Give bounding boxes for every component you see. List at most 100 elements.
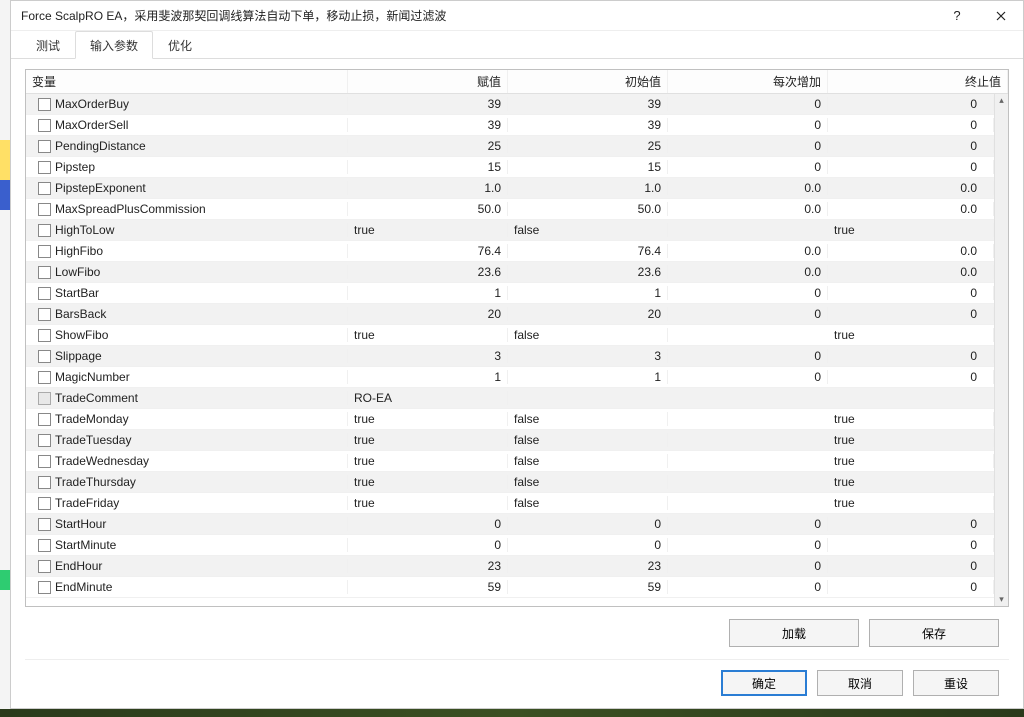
table-row[interactable]: LowFibo23.623.60.00.0 [26,262,994,283]
table-row[interactable]: MaxOrderSell393900 [26,115,994,136]
value-cell[interactable]: 50.0 [348,202,508,216]
variable-cell[interactable]: TradeTuesday [26,433,348,447]
value-cell[interactable]: true [348,454,508,468]
initial-cell[interactable]: 3 [508,349,668,363]
col-end[interactable]: 终止值 [828,70,1008,93]
end-cell[interactable]: 0.0 [828,244,994,258]
cancel-button[interactable]: 取消 [817,670,903,696]
step-cell[interactable]: 0 [668,160,828,174]
initial-cell[interactable]: 0 [508,517,668,531]
value-cell[interactable]: 39 [348,97,508,111]
step-cell[interactable]: 0 [668,349,828,363]
table-row[interactable]: Slippage3300 [26,346,994,367]
variable-cell[interactable]: TradeThursday [26,475,348,489]
grid-body[interactable]: MaxOrderBuy393900MaxOrderSell393900Pendi… [26,94,994,606]
value-cell[interactable]: 1 [348,286,508,300]
table-row[interactable]: PipstepExponent1.01.00.00.0 [26,178,994,199]
row-checkbox[interactable] [38,455,51,468]
table-row[interactable]: ShowFibotruefalsetrue [26,325,994,346]
row-checkbox[interactable] [38,98,51,111]
end-cell[interactable]: true [828,433,994,447]
table-row[interactable]: TradeTuesdaytruefalsetrue [26,430,994,451]
col-step[interactable]: 每次增加 [668,70,828,93]
variable-cell[interactable]: MagicNumber [26,370,348,384]
end-cell[interactable]: 0.0 [828,181,994,195]
close-button[interactable] [979,1,1023,31]
table-row[interactable]: HighFibo76.476.40.00.0 [26,241,994,262]
step-cell[interactable]: 0 [668,97,828,111]
col-variable[interactable]: 变量 [26,70,348,93]
initial-cell[interactable]: 1 [508,370,668,384]
variable-cell[interactable]: MaxOrderSell [26,118,348,132]
step-cell[interactable]: 0.0 [668,244,828,258]
value-cell[interactable]: 39 [348,118,508,132]
step-cell[interactable]: 0 [668,286,828,300]
table-row[interactable]: StartHour0000 [26,514,994,535]
value-cell[interactable]: 25 [348,139,508,153]
value-cell[interactable]: true [348,496,508,510]
col-initial[interactable]: 初始值 [508,70,668,93]
table-row[interactable]: HighToLowtruefalsetrue [26,220,994,241]
variable-cell[interactable]: TradeComment [26,391,348,405]
step-cell[interactable]: 0 [668,580,828,594]
row-checkbox[interactable] [38,203,51,216]
initial-cell[interactable]: 1.0 [508,181,668,195]
initial-cell[interactable]: 1 [508,286,668,300]
table-row[interactable]: PendingDistance252500 [26,136,994,157]
initial-cell[interactable]: 23 [508,559,668,573]
end-cell[interactable]: 0 [828,307,994,321]
value-cell[interactable]: 76.4 [348,244,508,258]
row-checkbox[interactable] [38,161,51,174]
value-cell[interactable]: 23 [348,559,508,573]
end-cell[interactable]: true [828,496,994,510]
step-cell[interactable]: 0 [668,118,828,132]
help-button[interactable]: ? [935,1,979,31]
table-row[interactable]: MaxSpreadPlusCommission50.050.00.00.0 [26,199,994,220]
variable-cell[interactable]: LowFibo [26,265,348,279]
initial-cell[interactable]: false [508,433,668,447]
step-cell[interactable]: 0 [668,538,828,552]
end-cell[interactable]: 0.0 [828,202,994,216]
value-cell[interactable]: 3 [348,349,508,363]
variable-cell[interactable]: ShowFibo [26,328,348,342]
table-row[interactable]: TradeCommentRO-EA [26,388,994,409]
step-cell[interactable]: 0.0 [668,202,828,216]
variable-cell[interactable]: StartBar [26,286,348,300]
table-row[interactable]: EndMinute595900 [26,577,994,598]
table-row[interactable]: EndHour232300 [26,556,994,577]
variable-cell[interactable]: StartMinute [26,538,348,552]
col-value[interactable]: 赋值 [348,70,508,93]
end-cell[interactable]: 0 [828,97,994,111]
initial-cell[interactable]: false [508,223,668,237]
value-cell[interactable]: true [348,433,508,447]
end-cell[interactable]: 0 [828,286,994,300]
row-checkbox[interactable] [38,266,51,279]
end-cell[interactable]: true [828,475,994,489]
row-checkbox[interactable] [38,308,51,321]
row-checkbox[interactable] [38,350,51,363]
initial-cell[interactable]: 23.6 [508,265,668,279]
variable-cell[interactable]: BarsBack [26,307,348,321]
row-checkbox[interactable] [38,224,51,237]
table-row[interactable]: Pipstep151500 [26,157,994,178]
value-cell[interactable]: 0 [348,517,508,531]
variable-cell[interactable]: MaxOrderBuy [26,97,348,111]
end-cell[interactable]: 0 [828,370,994,384]
table-row[interactable]: StartBar1100 [26,283,994,304]
initial-cell[interactable]: 76.4 [508,244,668,258]
row-checkbox[interactable] [38,245,51,258]
step-cell[interactable]: 0 [668,559,828,573]
value-cell[interactable]: 15 [348,160,508,174]
initial-cell[interactable]: 50.0 [508,202,668,216]
tab-optimize[interactable]: 优化 [153,31,207,59]
end-cell[interactable]: 0 [828,559,994,573]
table-row[interactable]: StartMinute0000 [26,535,994,556]
row-checkbox[interactable] [38,476,51,489]
end-cell[interactable]: 0 [828,118,994,132]
row-checkbox[interactable] [38,413,51,426]
end-cell[interactable]: true [828,328,994,342]
load-button[interactable]: 加载 [729,619,859,647]
end-cell[interactable]: true [828,412,994,426]
step-cell[interactable]: 0 [668,370,828,384]
initial-cell[interactable]: false [508,496,668,510]
